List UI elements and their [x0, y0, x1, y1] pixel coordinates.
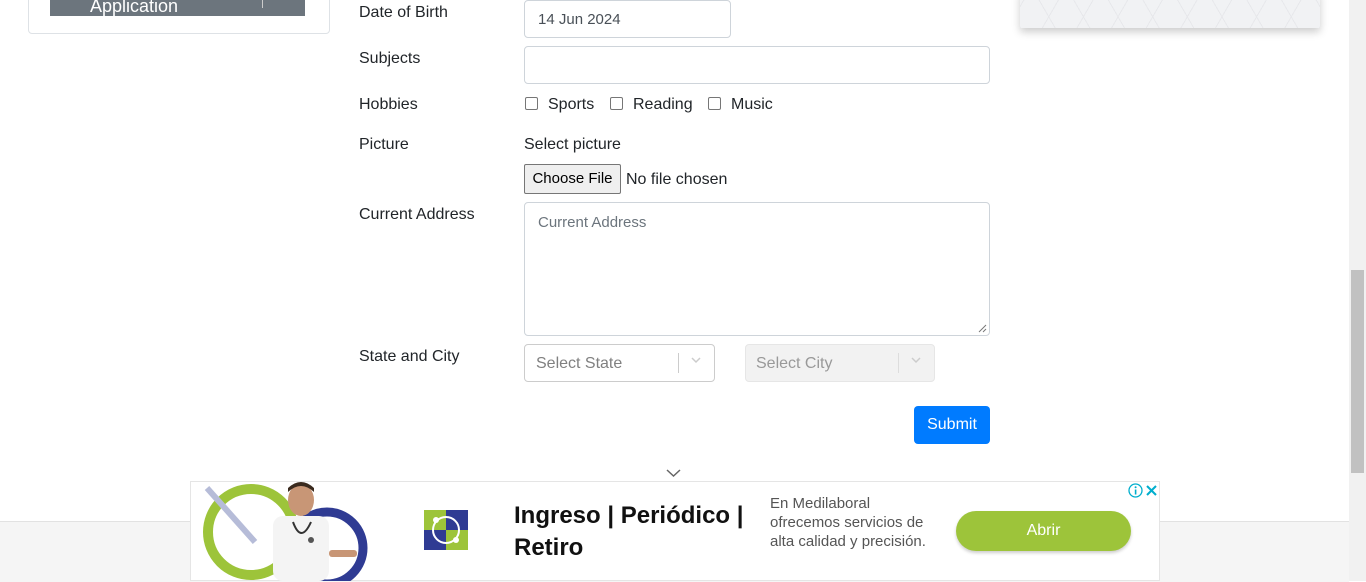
hobby-music-checkbox[interactable] [708, 97, 721, 110]
dob-value: 14 Jun 2024 [538, 11, 621, 28]
sidebar-item-label: Application [90, 0, 179, 16]
info-icon[interactable] [1128, 483, 1143, 498]
ad-banner[interactable]: Ingreso | Periódico | Retiro En Medilabo… [190, 481, 1160, 581]
dob-label: Date of Birth [359, 4, 448, 21]
ad-headline[interactable]: Ingreso | Periódico | Retiro [514, 500, 743, 564]
hobby-sports-checkbox[interactable] [525, 97, 538, 110]
city-placeholder: Select City [756, 355, 833, 372]
dob-input[interactable]: 14 Jun 2024 [524, 0, 731, 38]
state-city-label: State and City [359, 348, 460, 365]
ad-body: En Medilaboral ofrecemos servicios de al… [770, 495, 926, 550]
subjects-input[interactable] [524, 46, 990, 84]
hobby-sports-label[interactable]: Sports [548, 95, 594, 115]
state-placeholder: Select State [536, 355, 623, 372]
address-label: Current Address [359, 206, 475, 223]
ad-headline-line: Retiro [514, 534, 584, 561]
close-icon[interactable] [1144, 483, 1159, 498]
select-separator [898, 353, 899, 373]
resize-handle-icon[interactable] [978, 324, 987, 333]
picture-label: Picture [359, 136, 409, 153]
submit-button[interactable]: Submit [914, 406, 990, 444]
address-placeholder: Current Address [538, 214, 647, 231]
ad-headline-line: Ingreso | Periódico | [514, 502, 744, 529]
medilaboral-logo [424, 510, 468, 550]
city-select[interactable]: Select City [745, 344, 935, 382]
address-textarea[interactable]: Current Address [524, 202, 990, 336]
file-status: No file chosen [626, 171, 728, 188]
banner-image [1020, 0, 1320, 28]
chevron-down-icon[interactable] [691, 355, 701, 365]
subjects-label: Subjects [359, 50, 421, 67]
hobby-reading-label[interactable]: Reading [633, 95, 693, 115]
scrollbar-thumb[interactable] [1351, 270, 1364, 473]
choose-file-button[interactable]: Choose File [524, 164, 621, 194]
hobby-reading-checkbox[interactable] [610, 97, 623, 110]
ad-open-button[interactable]: Abrir [956, 511, 1131, 551]
chevron-down-icon[interactable] [911, 355, 921, 365]
chevron-down-icon[interactable] [666, 468, 681, 478]
divider [262, 0, 263, 8]
sidebar-item-application[interactable]: Application [50, 0, 305, 16]
state-select[interactable]: Select State [524, 344, 715, 382]
hobby-music-label[interactable]: Music [731, 95, 773, 115]
doctor-image [203, 482, 368, 581]
hobbies-label: Hobbies [359, 96, 418, 113]
select-picture-label: Select picture [524, 136, 621, 153]
select-separator [678, 353, 679, 373]
